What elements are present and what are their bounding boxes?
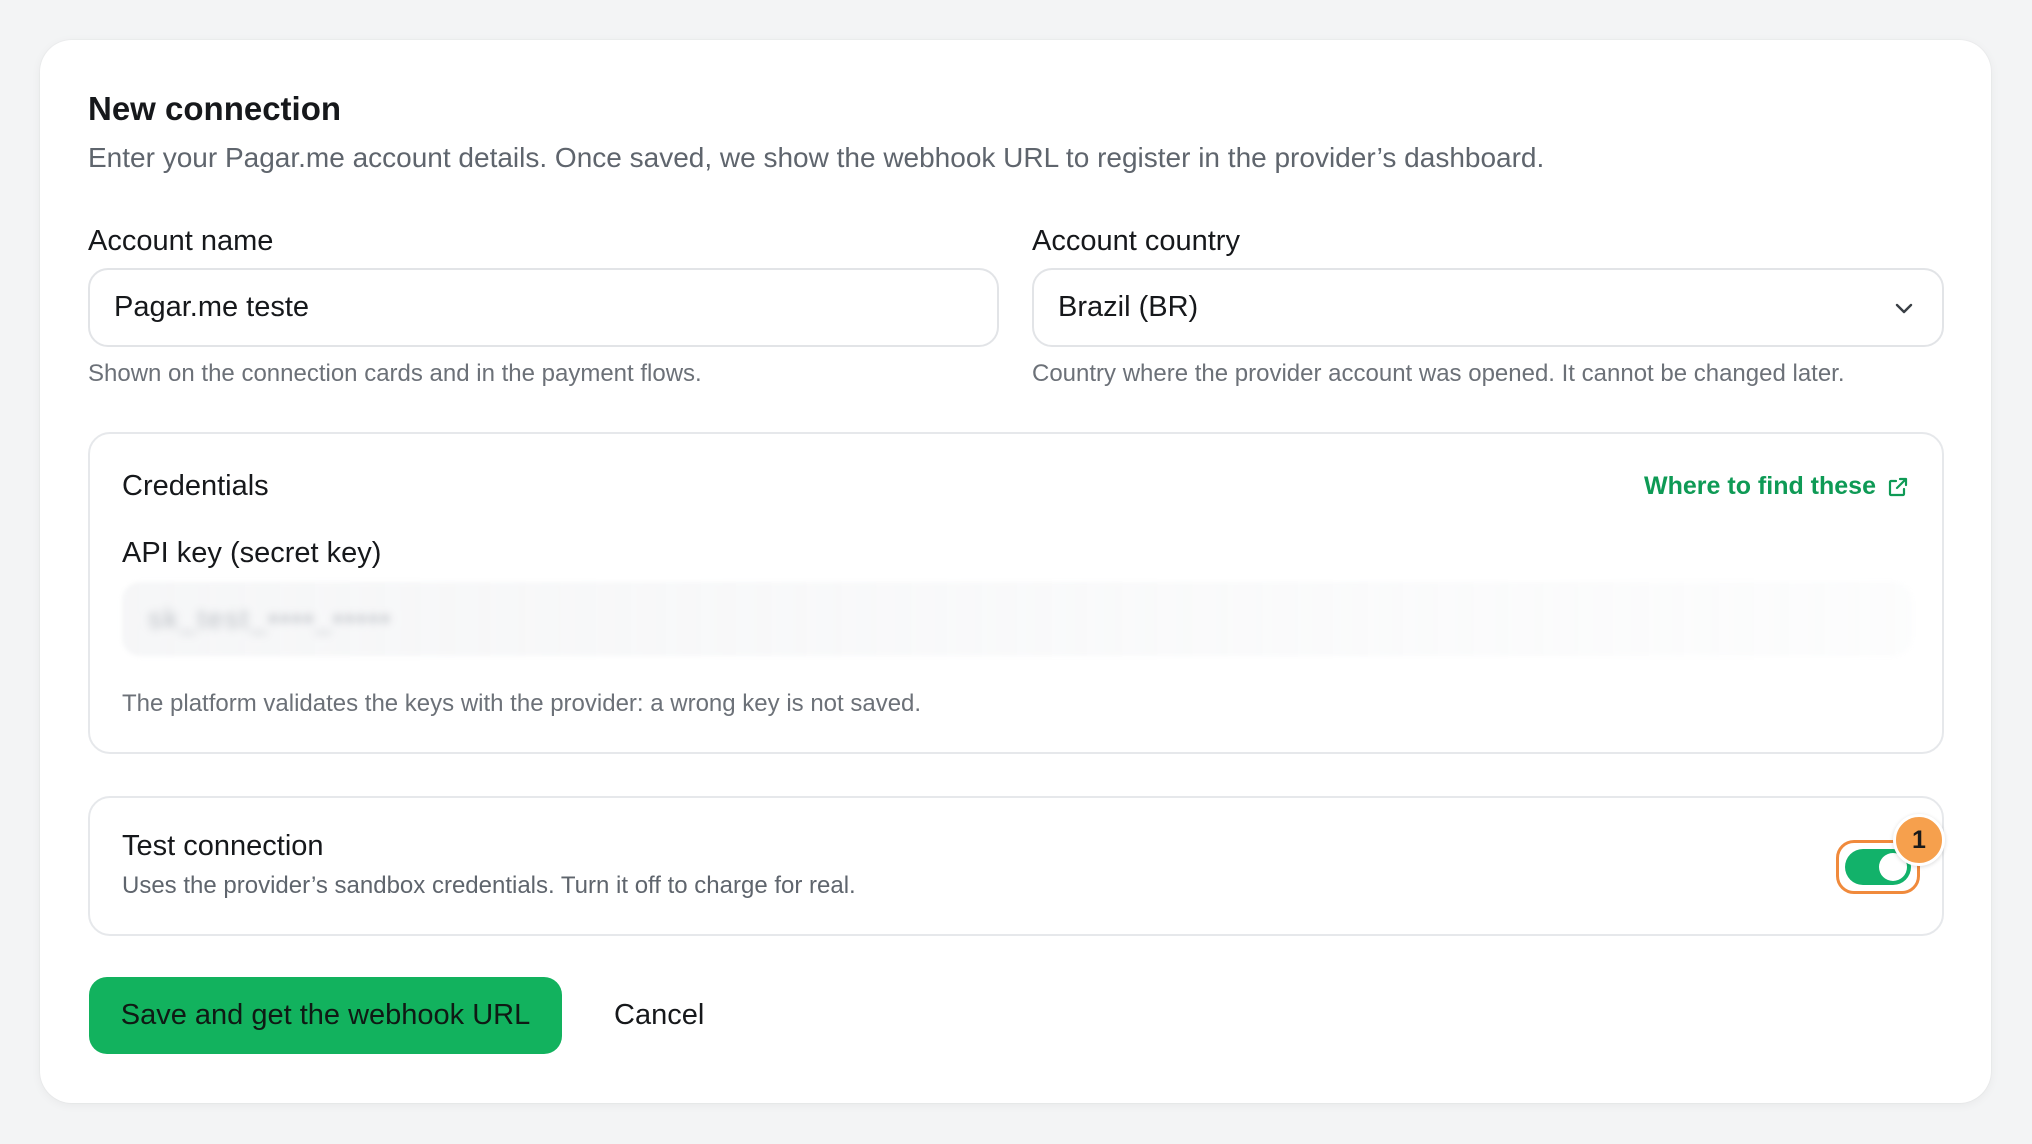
account-name-label: Account name xyxy=(88,225,274,257)
api-key-input[interactable]: sk_test_••••_••••• xyxy=(122,582,1912,656)
account-country-help: Country where the provider account was o… xyxy=(1032,360,1845,387)
save-button[interactable]: Save and get the webhook URL xyxy=(89,977,562,1054)
external-link-icon xyxy=(1888,477,1908,496)
test-connection-description: Uses the provider’s sandbox credentials.… xyxy=(122,872,856,899)
new-connection-card: New connection Enter your Pagar.me accou… xyxy=(40,40,1991,1103)
test-connection-title: Test connection xyxy=(122,830,324,862)
where-to-find-link[interactable]: Where to find these xyxy=(1644,472,1910,501)
api-key-label: API key (secret key) xyxy=(122,537,382,569)
chevron-down-icon xyxy=(1895,303,1913,313)
credentials-title: Credentials xyxy=(122,470,269,502)
credentials-panel: Credentials Where to find these API key … xyxy=(88,432,1944,754)
account-country-value: Brazil (BR) xyxy=(1058,291,1199,323)
api-key-value: sk_test_••••_••••• xyxy=(148,603,393,634)
test-connection-panel: Test connection Uses the provider’s sand… xyxy=(88,796,1945,936)
credentials-help: The platform validates the keys with the… xyxy=(122,690,922,717)
where-to-find-label: Where to find these xyxy=(1644,472,1876,500)
account-country-label: Account country xyxy=(1032,225,1240,257)
account-name-help: Shown on the connection cards and in the… xyxy=(88,360,702,387)
account-name-value: Pagar.me teste xyxy=(114,291,310,323)
account-name-input[interactable]: Pagar.me teste xyxy=(88,268,999,347)
form-subtitle: Enter your Pagar.me account details. Onc… xyxy=(88,142,1545,173)
step-badge: 1 xyxy=(1893,814,1945,866)
form-title: New connection xyxy=(88,90,342,127)
cancel-button[interactable]: Cancel xyxy=(614,977,704,1054)
account-country-select[interactable]: Brazil (BR) xyxy=(1032,268,1944,347)
